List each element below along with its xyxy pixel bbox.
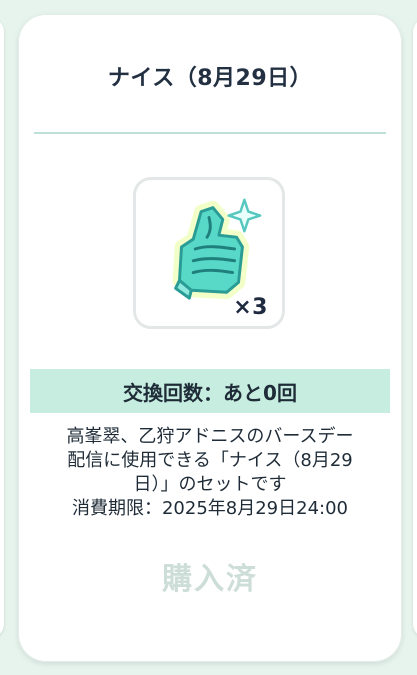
next-card-peek[interactable] — [413, 18, 417, 638]
screen: ナイス（8月29日） ×3 交換回数：あと0回 高峯翠、乙狩アドニスのバースデー… — [0, 0, 417, 675]
description-line: 日）」のセットです — [133, 474, 287, 495]
item-quantity: ×3 — [233, 295, 268, 320]
previous-card-peek[interactable] — [0, 18, 4, 638]
item-card: ナイス（8月29日） ×3 交換回数：あと0回 高峯翠、乙狩アドニスのバースデー… — [18, 14, 402, 662]
description-line: 高峯翠、乙狩アドニスのバースデー — [66, 426, 354, 447]
purchased-button[interactable]: 購入済 — [18, 554, 402, 598]
title-divider — [34, 132, 386, 134]
description-line: 配信に使用できる「ナイス（8月29 — [67, 450, 353, 471]
expiry-line: 消費期限：2025年8月29日24:00 — [71, 498, 349, 519]
item-title: ナイス（8月29日） — [107, 66, 313, 91]
item-tile: ×3 — [133, 177, 285, 329]
thumbs-up-sparkle-icon — [172, 198, 262, 300]
exchange-count-band: 交換回数：あと0回 — [30, 369, 390, 413]
item-description: 高峯翠、乙狩アドニスのバースデー 配信に使用できる「ナイス（8月29 日）」のセ… — [26, 425, 394, 521]
